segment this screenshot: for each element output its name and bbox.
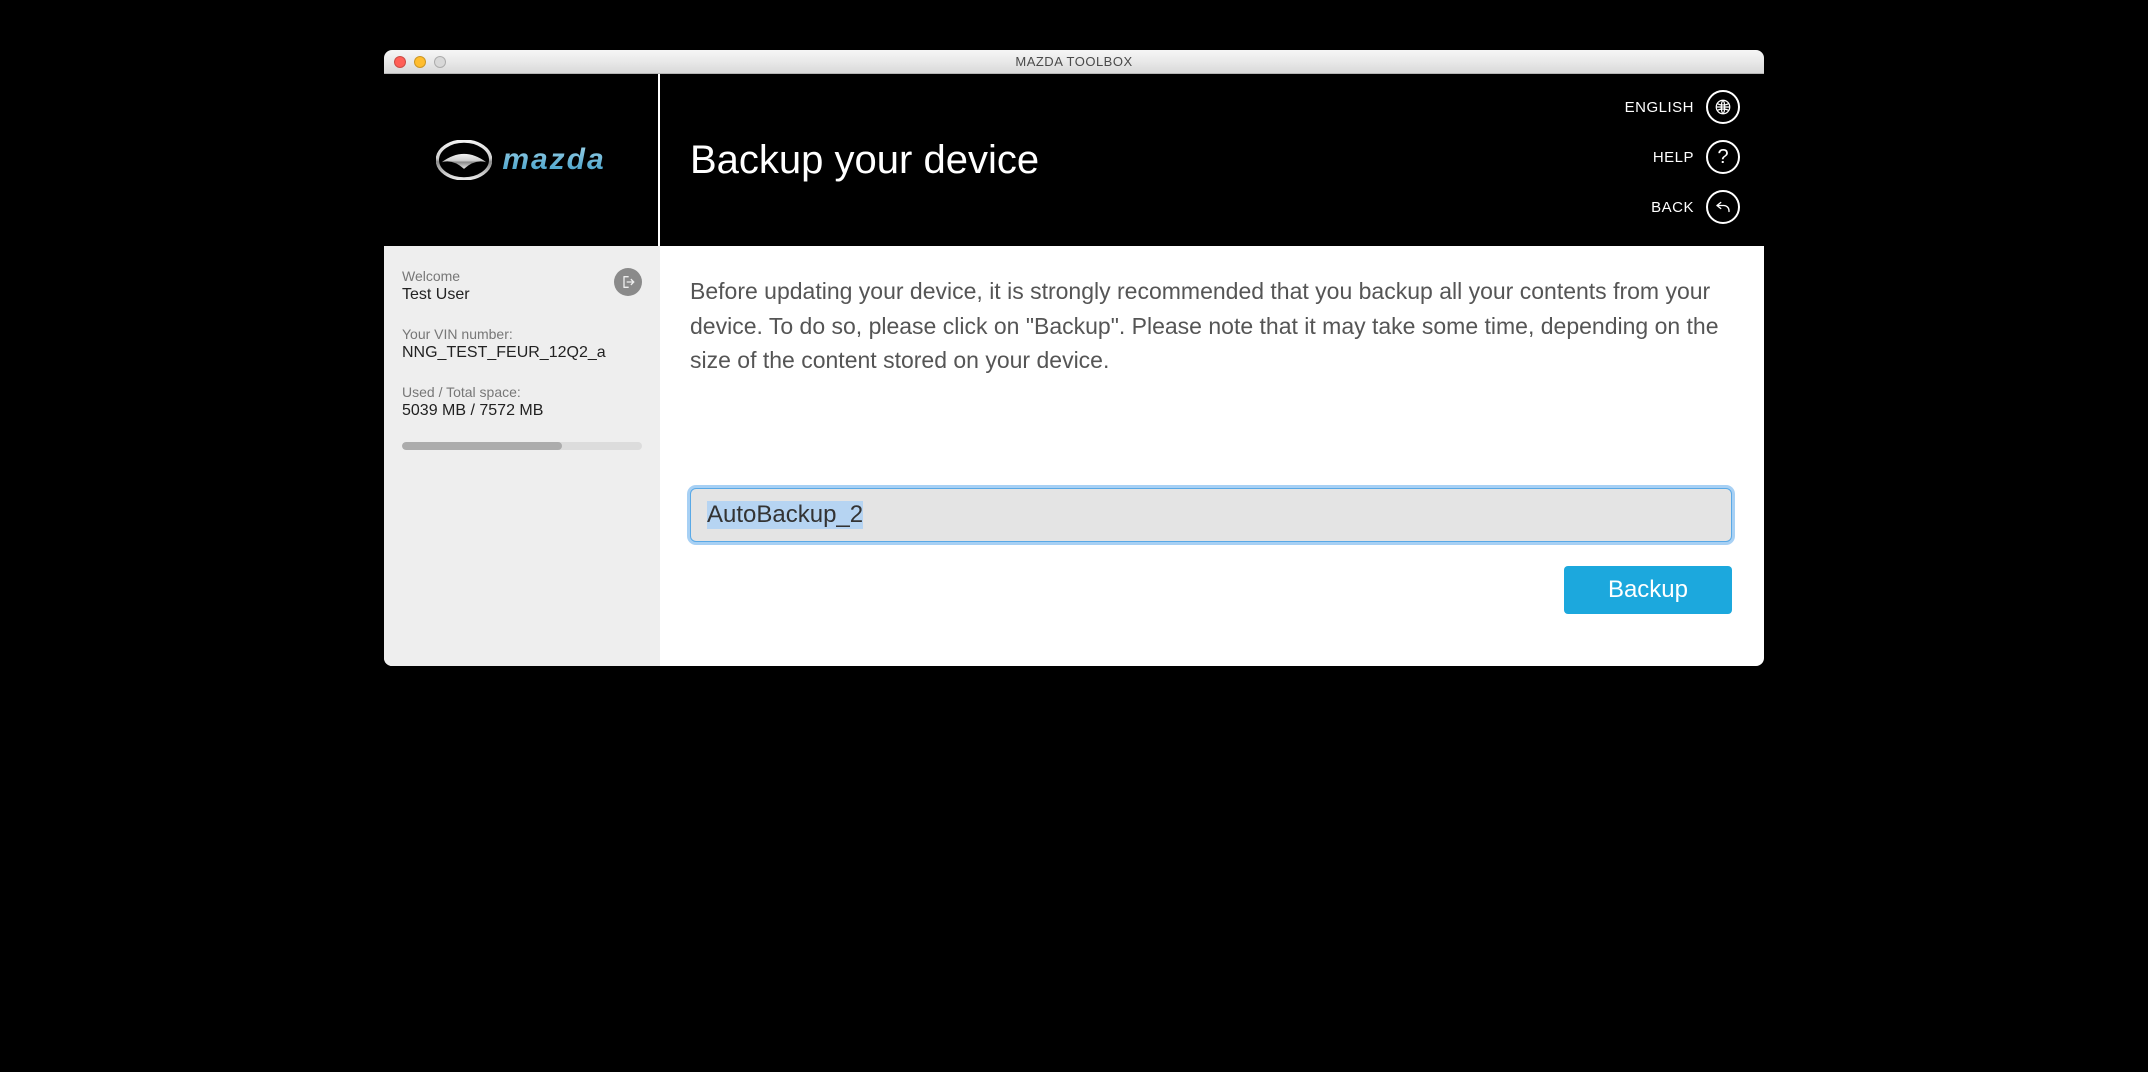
space-value: 5039 MB / 7572 MB	[402, 402, 642, 420]
back-button[interactable]: BACK	[1625, 190, 1740, 224]
language-label: ENGLISH	[1625, 99, 1694, 116]
titlebar: MAZDA TOOLBOX	[384, 50, 1764, 74]
backup-name-input[interactable]	[690, 488, 1732, 542]
help-label: HELP	[1653, 149, 1694, 166]
help-button[interactable]: HELP ?	[1625, 140, 1740, 174]
minimize-window-button[interactable]	[414, 56, 426, 68]
backup-button[interactable]: Backup	[1564, 566, 1732, 614]
main-content: Before updating your device, it is stron…	[660, 246, 1764, 666]
back-arrow-icon	[1706, 190, 1740, 224]
logout-icon	[620, 274, 636, 290]
app-window: MAZDA TOOLBOX mazda	[384, 50, 1764, 666]
mazda-logo: mazda	[436, 140, 605, 180]
maximize-window-button[interactable]	[434, 56, 446, 68]
window-title: MAZDA TOOLBOX	[384, 54, 1764, 69]
app-body: Welcome Test User Your VIN number: NNG_T…	[384, 246, 1764, 666]
instructions-text: Before updating your device, it is stron…	[690, 274, 1732, 378]
window-controls	[384, 56, 446, 68]
app-header: mazda Backup your device ENGLISH	[384, 74, 1764, 246]
language-button[interactable]: ENGLISH	[1625, 90, 1740, 124]
vin-label: Your VIN number:	[402, 326, 642, 342]
sidebar: Welcome Test User Your VIN number: NNG_T…	[384, 246, 660, 666]
header-nav: ENGLISH HELP ?	[1625, 90, 1740, 224]
close-window-button[interactable]	[394, 56, 406, 68]
welcome-label: Welcome	[402, 268, 470, 284]
mazda-wing-icon	[436, 140, 492, 180]
storage-progress-bar	[402, 442, 642, 450]
globe-icon	[1706, 90, 1740, 124]
back-label: BACK	[1651, 199, 1694, 216]
mazda-wordmark: mazda	[502, 143, 605, 177]
page-title: Backup your device	[690, 138, 1039, 183]
brand-area: mazda	[384, 74, 660, 246]
storage-progress-fill	[402, 442, 562, 450]
user-name: Test User	[402, 286, 470, 304]
header-main: Backup your device ENGLISH	[660, 74, 1764, 246]
vin-value: NNG_TEST_FEUR_12Q2_a	[402, 344, 642, 362]
logout-button[interactable]	[614, 268, 642, 296]
space-label: Used / Total space:	[402, 384, 642, 400]
question-icon: ?	[1706, 140, 1740, 174]
